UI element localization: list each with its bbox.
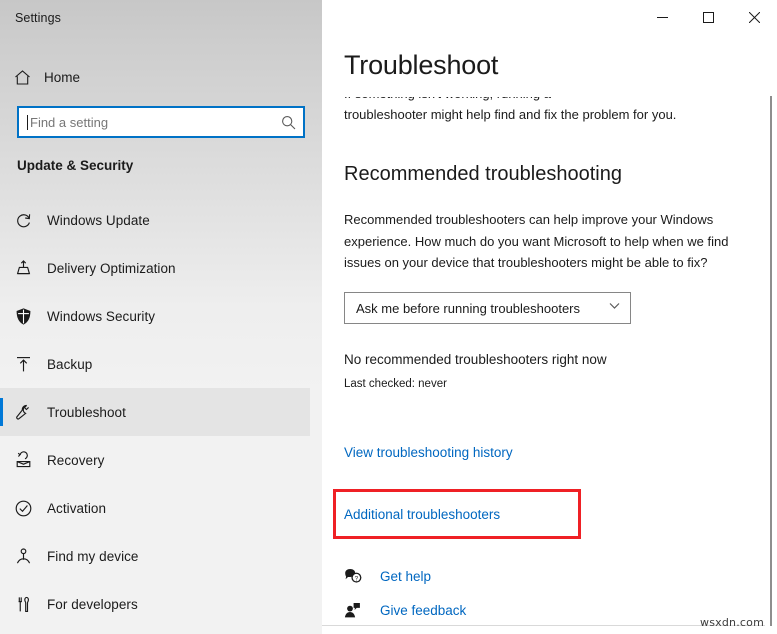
additional-troubleshooters-link[interactable]: Additional troubleshooters — [344, 507, 500, 522]
footer-links: ? Get help Give feedback — [342, 559, 466, 627]
close-button[interactable] — [731, 0, 777, 34]
search-box[interactable] — [17, 106, 305, 138]
minimize-button[interactable] — [639, 0, 685, 34]
sidebar-item-delivery-optimization[interactable]: Delivery Optimization — [0, 244, 310, 292]
give-feedback-row[interactable]: Give feedback — [342, 593, 466, 627]
sidebar-item-recovery[interactable]: Recovery — [0, 436, 310, 484]
section-title-recommended-troubleshooting: Recommended troubleshooting — [344, 163, 622, 186]
svg-text:?: ? — [355, 575, 359, 582]
settings-window: Settings — [0, 0, 777, 634]
minimize-icon — [657, 12, 668, 23]
view-troubleshooting-history-link[interactable]: View troubleshooting history — [344, 445, 513, 460]
recommended-troubleshooting-dropdown[interactable]: Ask me before running troubleshooters — [344, 292, 631, 324]
scrollbar-thumb[interactable] — [770, 96, 772, 626]
sidebar-item-label: Windows Update — [47, 213, 150, 228]
status-text: No recommended troubleshooters right now — [344, 352, 607, 367]
sidebar-item-troubleshoot[interactable]: Troubleshoot — [0, 388, 310, 436]
sidebar: Home Update & Security — [0, 41, 322, 634]
sidebar-item-label: Recovery — [47, 453, 104, 468]
maximize-icon — [703, 12, 714, 23]
page-title: Troubleshoot — [344, 50, 498, 81]
sidebar-item-label: For developers — [47, 597, 138, 612]
sidebar-item-label: Backup — [47, 357, 92, 372]
sidebar-item-backup[interactable]: Backup — [0, 340, 310, 388]
locate-device-icon — [0, 547, 47, 566]
section-description: Recommended troubleshooters can help imp… — [344, 209, 748, 274]
upload-arrow-icon — [0, 355, 47, 374]
window-controls — [639, 0, 777, 34]
sidebar-item-windows-update[interactable]: Windows Update — [0, 196, 310, 244]
sidebar-nav: Windows Update Delivery Optimization — [0, 196, 322, 628]
content-scrollbar[interactable] — [765, 41, 777, 634]
get-help-label[interactable]: Get help — [380, 569, 431, 584]
get-help-row[interactable]: ? Get help — [342, 559, 466, 593]
home-icon — [0, 69, 44, 86]
wrench-icon — [0, 403, 47, 422]
sidebar-item-label: Delivery Optimization — [47, 261, 176, 276]
chevron-down-icon — [608, 299, 621, 317]
sidebar-item-label: Activation — [47, 501, 106, 516]
refresh-icon — [0, 211, 47, 230]
sidebar-item-label: Windows Security — [47, 309, 155, 324]
search-input[interactable] — [28, 115, 273, 130]
main-content: Troubleshoot If something isn't working,… — [322, 41, 777, 634]
sidebar-item-for-developers[interactable]: For developers — [0, 580, 310, 628]
help-bubble-icon: ? — [342, 568, 380, 585]
clipped-intro-text: If something isn't working, running a — [344, 97, 754, 105]
search-icon[interactable] — [273, 115, 303, 130]
delivery-icon — [0, 259, 47, 278]
maximize-button[interactable] — [685, 0, 731, 34]
sidebar-item-activation[interactable]: Activation — [0, 484, 310, 532]
shield-icon — [0, 307, 47, 326]
close-icon — [749, 12, 760, 23]
sidebar-item-label: Find my device — [47, 549, 138, 564]
sidebar-item-find-my-device[interactable]: Find my device — [0, 532, 310, 580]
sidebar-item-windows-security[interactable]: Windows Security — [0, 292, 310, 340]
sidebar-item-home[interactable]: Home — [0, 60, 310, 94]
check-circle-icon — [0, 499, 47, 518]
give-feedback-label[interactable]: Give feedback — [380, 603, 466, 618]
feedback-person-icon — [342, 602, 380, 619]
sidebar-group-header: Update & Security — [17, 158, 133, 173]
sidebar-item-label: Troubleshoot — [47, 405, 126, 420]
intro-text: troubleshooter might help find and fix t… — [344, 105, 764, 125]
watermark: wsxdn.com — [700, 616, 764, 629]
last-checked-text: Last checked: never — [344, 378, 447, 390]
recovery-icon — [0, 451, 47, 470]
tools-icon — [0, 595, 47, 614]
sidebar-item-home-label: Home — [44, 70, 80, 85]
app-title: Settings — [15, 11, 61, 25]
title-bar: Settings — [0, 0, 777, 41]
dropdown-selected-value: Ask me before running troubleshooters — [356, 301, 580, 316]
